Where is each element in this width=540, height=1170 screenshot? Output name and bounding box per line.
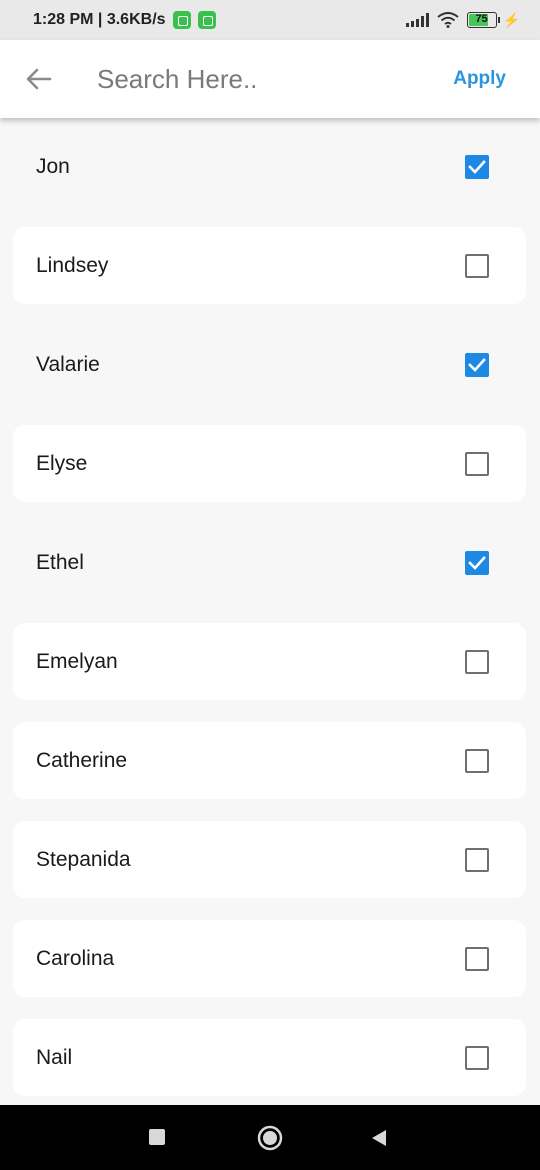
checkbox-checked[interactable] [465,550,489,575]
checkbox-unchecked[interactable] [465,1045,489,1070]
list-item[interactable]: Carolina [13,920,526,997]
home-button[interactable] [257,1125,283,1151]
arrow-left-icon [26,68,52,90]
recents-icon [149,1129,165,1145]
status-time-speed: 1:28 PM | 3.6KB/s [33,11,166,28]
list-item-label: Catherine [36,748,128,772]
checkbox-unchecked[interactable] [465,451,489,476]
nav-back-button[interactable] [370,1129,388,1147]
checkbox-unchecked[interactable] [465,748,489,773]
list-item-label: Lindsey [36,253,109,277]
signal-icon [405,13,429,27]
checkmark-icon [468,159,486,174]
list-item[interactable]: Jon [13,128,526,205]
charging-icon: ⚡ [502,11,520,28]
list-item[interactable]: Nail [13,1019,526,1096]
system-nav-bar [0,1105,540,1170]
list-item[interactable]: Elyse [13,425,526,502]
search-app-bar: Apply [0,40,540,118]
list-item[interactable]: Ethel [13,524,526,601]
app-notification-icon [172,11,191,29]
list-item[interactable]: Emelyan [13,623,526,700]
recents-button[interactable] [148,1128,166,1146]
list-item-label: Nail [36,1045,73,1069]
list-item-label: Ethel [36,550,84,574]
list-item-label: Carolina [36,946,115,970]
battery-icon: 75 ⚡ [466,11,520,29]
list-item[interactable]: Stepanida [13,821,526,898]
apply-button[interactable]: Apply [453,68,506,90]
checkmark-icon [468,357,486,372]
checkbox-unchecked[interactable] [465,946,489,971]
list-item-label: Emelyan [36,649,118,673]
list-item[interactable]: Valarie [13,326,526,403]
checkbox-unchecked[interactable] [465,649,489,674]
home-icon [257,1125,283,1151]
wifi-icon [436,12,459,28]
battery-level: 75 [475,13,488,25]
back-triangle-icon [372,1130,386,1146]
search-input[interactable] [97,57,427,101]
checkbox-checked[interactable] [465,352,489,377]
checkbox-checked[interactable] [465,154,489,179]
app-notification-icon [197,11,216,29]
list-item-label: Elyse [36,451,88,475]
status-icons: 75 ⚡ [405,11,520,29]
checkbox-unchecked[interactable] [465,847,489,872]
list-item-label: Valarie [36,352,100,376]
checkmark-icon [468,555,486,570]
list-item[interactable]: Catherine [13,722,526,799]
list-item-label: Jon [36,154,70,178]
status-bar: 1:28 PM | 3.6KB/s 75 ⚡ [0,0,540,40]
back-button[interactable] [19,59,59,99]
checkbox-unchecked[interactable] [465,253,489,278]
list-item-label: Stepanida [36,847,131,871]
list-item[interactable]: Lindsey [13,227,526,304]
